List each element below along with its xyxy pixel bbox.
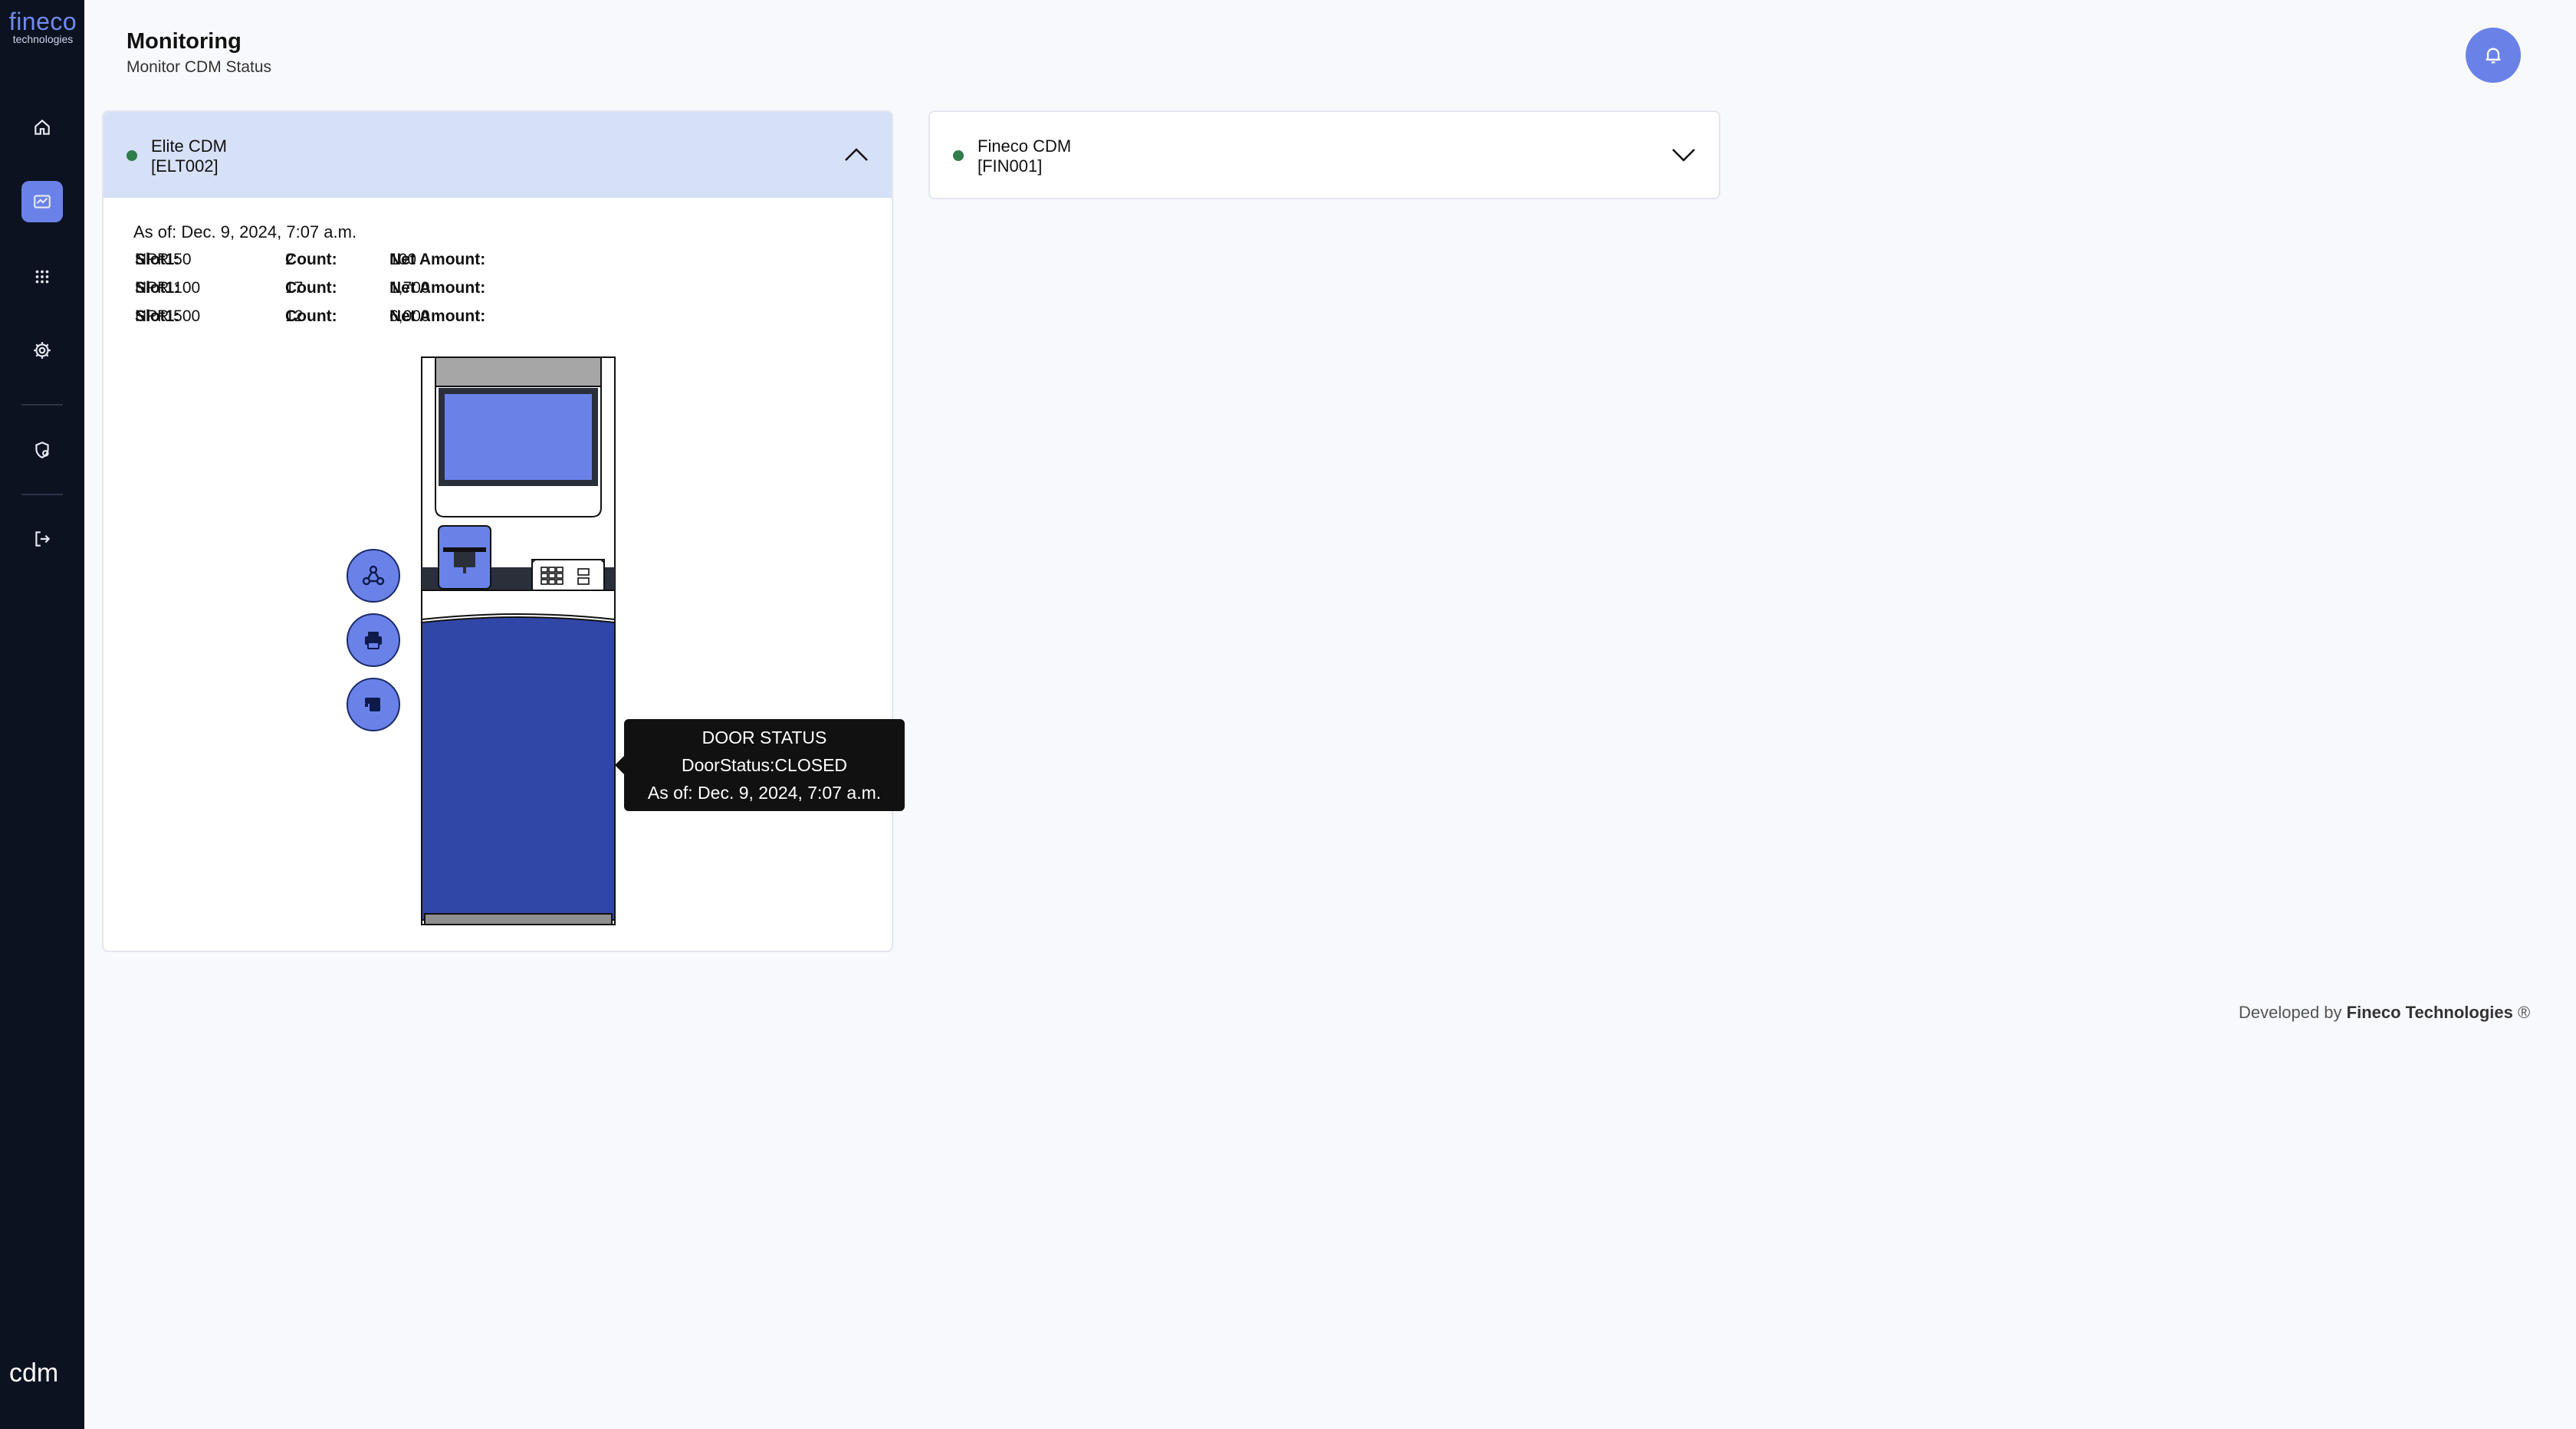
card-reader-slot xyxy=(443,547,486,552)
sidebar-item-security[interactable] xyxy=(21,429,63,471)
cdm-card-fineco: Fineco CDM [FIN001] xyxy=(928,110,1720,199)
shield-user-icon xyxy=(35,442,49,458)
expand-toggle[interactable] xyxy=(1668,140,1699,170)
count-value: 2 xyxy=(285,251,294,268)
cdm-code: [ELT002] xyxy=(151,156,219,176)
count-value: 17 xyxy=(285,279,304,297)
sidebar-divider xyxy=(21,494,63,495)
monitoring-icon xyxy=(34,195,51,209)
cdm-code: [FIN001] xyxy=(978,156,1043,176)
logo-main-text: fineco xyxy=(8,8,77,35)
network-icon xyxy=(362,565,385,586)
svg-text:cdm: cdm xyxy=(9,1358,58,1388)
cdm-card-header[interactable]: Elite CDM [ELT002] xyxy=(104,112,892,198)
count-value: 12 xyxy=(285,307,304,325)
logo-sub-text: technologies xyxy=(12,33,74,45)
slot-value: NPR 500 xyxy=(135,307,201,325)
sidebar-item-apps[interactable] xyxy=(21,256,63,297)
footer-company: Fineco Technologies xyxy=(2346,1003,2513,1022)
home-icon xyxy=(34,119,50,135)
machine-base xyxy=(424,913,613,925)
sidebar-item-settings[interactable] xyxy=(21,330,63,371)
sidebar-item-logout[interactable] xyxy=(21,518,63,560)
bell-icon xyxy=(2486,48,2501,64)
cdm-machine-illustration xyxy=(421,356,616,925)
cdm-logo: cdm xyxy=(9,1358,58,1388)
sidebar-item-home[interactable] xyxy=(21,107,63,148)
machine-body xyxy=(421,616,616,921)
machine-screen xyxy=(445,394,592,480)
net-amount-value: 100 xyxy=(389,251,417,268)
chevron-up-icon xyxy=(845,148,868,161)
footer-prefix: Developed by xyxy=(2239,1003,2342,1022)
page-title: Monitoring xyxy=(127,29,242,54)
fineco-logo: fineco technologies xyxy=(6,9,80,44)
logout-icon xyxy=(35,531,51,547)
status-dot xyxy=(127,150,137,161)
gear-icon xyxy=(34,342,51,359)
cash-slot-icon xyxy=(365,698,380,711)
footer-credit: Developed by Fineco Technologies ® xyxy=(2239,1003,2530,1023)
tooltip-as-of: As of: Dec. 9, 2024, 7:07 a.m. xyxy=(647,783,882,803)
cdm-name: Fineco CDM xyxy=(978,136,1072,156)
cdm-card-header[interactable]: Fineco CDM [FIN001] xyxy=(930,112,1719,198)
notifications-button[interactable] xyxy=(2466,28,2521,83)
net-amount-value: 1,700 xyxy=(389,279,430,297)
tooltip-status: DoorStatus:CLOSED xyxy=(681,755,848,775)
net-amount-value: 6,000 xyxy=(389,307,430,325)
sidebar-item-monitoring[interactable] xyxy=(21,181,63,222)
collapse-toggle[interactable] xyxy=(841,140,872,170)
slot-value: NPR 100 xyxy=(135,279,201,297)
printer-icon xyxy=(365,632,382,649)
printer-status-button[interactable] xyxy=(347,613,400,667)
sidebar-divider xyxy=(21,404,63,406)
sidebar: fineco technologies cdm xyxy=(0,0,84,1429)
slot-value: NPR 50 xyxy=(135,251,192,268)
as-of-line: As of: Dec. 9, 2024, 7:07 a.m. xyxy=(133,222,356,242)
cash-slot-status-button[interactable] xyxy=(347,678,400,731)
footer-mark: ® xyxy=(2517,1003,2531,1022)
page-subtitle: Monitor CDM Status xyxy=(127,58,272,76)
apps-grid-icon xyxy=(35,270,49,284)
network-status-button[interactable] xyxy=(347,549,400,603)
status-dot xyxy=(953,150,964,161)
machine-top-panel xyxy=(435,356,602,387)
cdm-name: Elite CDM xyxy=(151,136,228,156)
tooltip-title: DOOR STATUS xyxy=(702,728,827,747)
keypad xyxy=(531,559,605,591)
door-status-tooltip: DOOR STATUS DoorStatus:CLOSED As of: Dec… xyxy=(615,719,905,811)
as-of-label: As of: xyxy=(133,222,177,241)
chevron-down-icon xyxy=(1672,149,1695,162)
as-of-value: Dec. 9, 2024, 7:07 a.m. xyxy=(181,222,357,241)
